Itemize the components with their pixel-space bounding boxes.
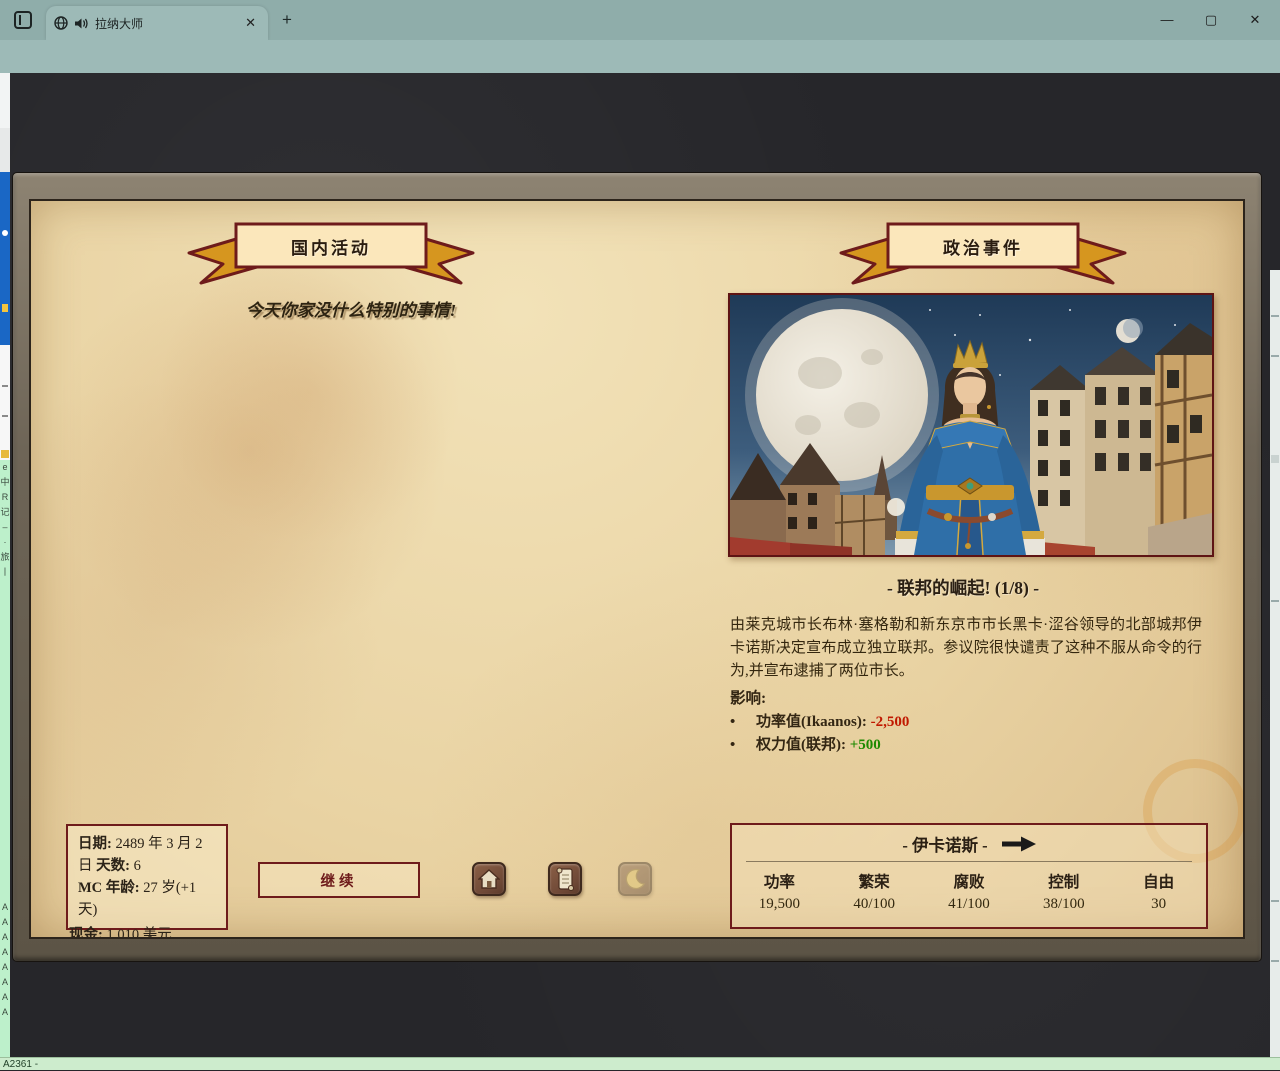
- browser-toolbar: ← ↻ ⌂ 文件 E:/BaiduNetdiskDownload/R18/A23…: [0, 40, 1280, 73]
- status-bar: A2361 -: [0, 1057, 1280, 1070]
- effect-item-authority: •权力值(联邦): +500: [730, 733, 1200, 754]
- tab-audio-icon[interactable]: [74, 17, 88, 30]
- browser-tab[interactable]: 拉纳大师 ✕: [46, 6, 268, 40]
- tab-title: 拉纳大师: [95, 15, 241, 32]
- region-title: - 伊卡诺斯 -: [902, 832, 987, 856]
- browser-titlebar: 拉纳大师 ✕ + — ▢ ✕: [0, 0, 1280, 40]
- event-body: 由莱克城市长布林·塞格勒和新东京市市长黑卡·涩谷领导的北部城邦伊卡诺斯决定宣布成…: [730, 614, 1202, 683]
- cash-line: 现金: 1,010 美元: [69, 923, 172, 939]
- effect-value-positive: +500: [850, 737, 881, 753]
- date-info-box: 日期: 2489 年 3 月 2 日 天数: 6 MC 年龄: 27 岁(+1 …: [66, 824, 228, 930]
- window-minimize-button[interactable]: —: [1152, 11, 1182, 29]
- background-window-left-strip: e中 R记 –· 旅丨 AA AA AA AA: [0, 73, 10, 1057]
- event-title: - 联邦的崛起! (1/8) -: [693, 575, 1233, 600]
- stat-prosperity: 繁荣40/100: [839, 870, 909, 913]
- political-events-banner: 政治事件: [833, 217, 1133, 287]
- new-tab-button[interactable]: +: [282, 10, 292, 30]
- game-frame: 国内活动 政治事件 今天你家没什么特别的事情!: [12, 172, 1262, 962]
- event-log-button[interactable]: [548, 862, 582, 896]
- effect-item-power: •功率值(Ikaanos): -2,500: [730, 710, 1200, 731]
- effect-value-negative: -2,500: [871, 714, 910, 730]
- tab-close-icon[interactable]: ✕: [241, 15, 260, 31]
- domestic-activities-banner-label: 国内活动: [236, 225, 426, 267]
- effects-label: 影响:: [730, 686, 766, 708]
- bullet-icon: •: [730, 737, 756, 754]
- continue-button[interactable]: 继续: [258, 862, 420, 898]
- next-region-arrow-icon[interactable]: [1002, 836, 1036, 852]
- window-maximize-button[interactable]: ▢: [1196, 11, 1226, 29]
- background-window-right-strip: [1270, 270, 1280, 1057]
- house-icon: [478, 868, 500, 890]
- workspaces-icon[interactable]: [14, 11, 32, 29]
- political-events-banner-label: 政治事件: [888, 225, 1078, 267]
- home-message: 今天你家没什么特别的事情!: [31, 296, 671, 321]
- moon-icon: [624, 868, 646, 890]
- stat-power: 功率19,500: [744, 870, 814, 913]
- scroll-icon: [555, 867, 575, 891]
- parchment-panel: 国内活动 政治事件 今天你家没什么特别的事情!: [29, 199, 1245, 939]
- bullet-icon: •: [730, 714, 756, 731]
- go-home-button[interactable]: [472, 862, 506, 896]
- window-close-button[interactable]: ✕: [1240, 11, 1270, 29]
- domestic-activities-banner: 国内活动: [181, 217, 481, 287]
- globe-favicon-icon: [54, 16, 68, 30]
- event-illustration: [728, 293, 1214, 557]
- browser-window: 拉纳大师 ✕ + — ▢ ✕ ← ↻ ⌂ 文件 E:/BaiduNetdiskD…: [0, 0, 1280, 1070]
- stat-control: 控制38/100: [1029, 870, 1099, 913]
- sleep-button[interactable]: [618, 862, 652, 896]
- region-stats-panel: - 伊卡诺斯 - 功率19,500 繁荣40/100: [730, 823, 1208, 929]
- stat-corruption: 腐败41/100: [934, 870, 1004, 913]
- game-page: e中 R记 –· 旅丨 AA AA AA AA: [0, 73, 1280, 1057]
- stat-freedom: 自由30: [1124, 870, 1194, 913]
